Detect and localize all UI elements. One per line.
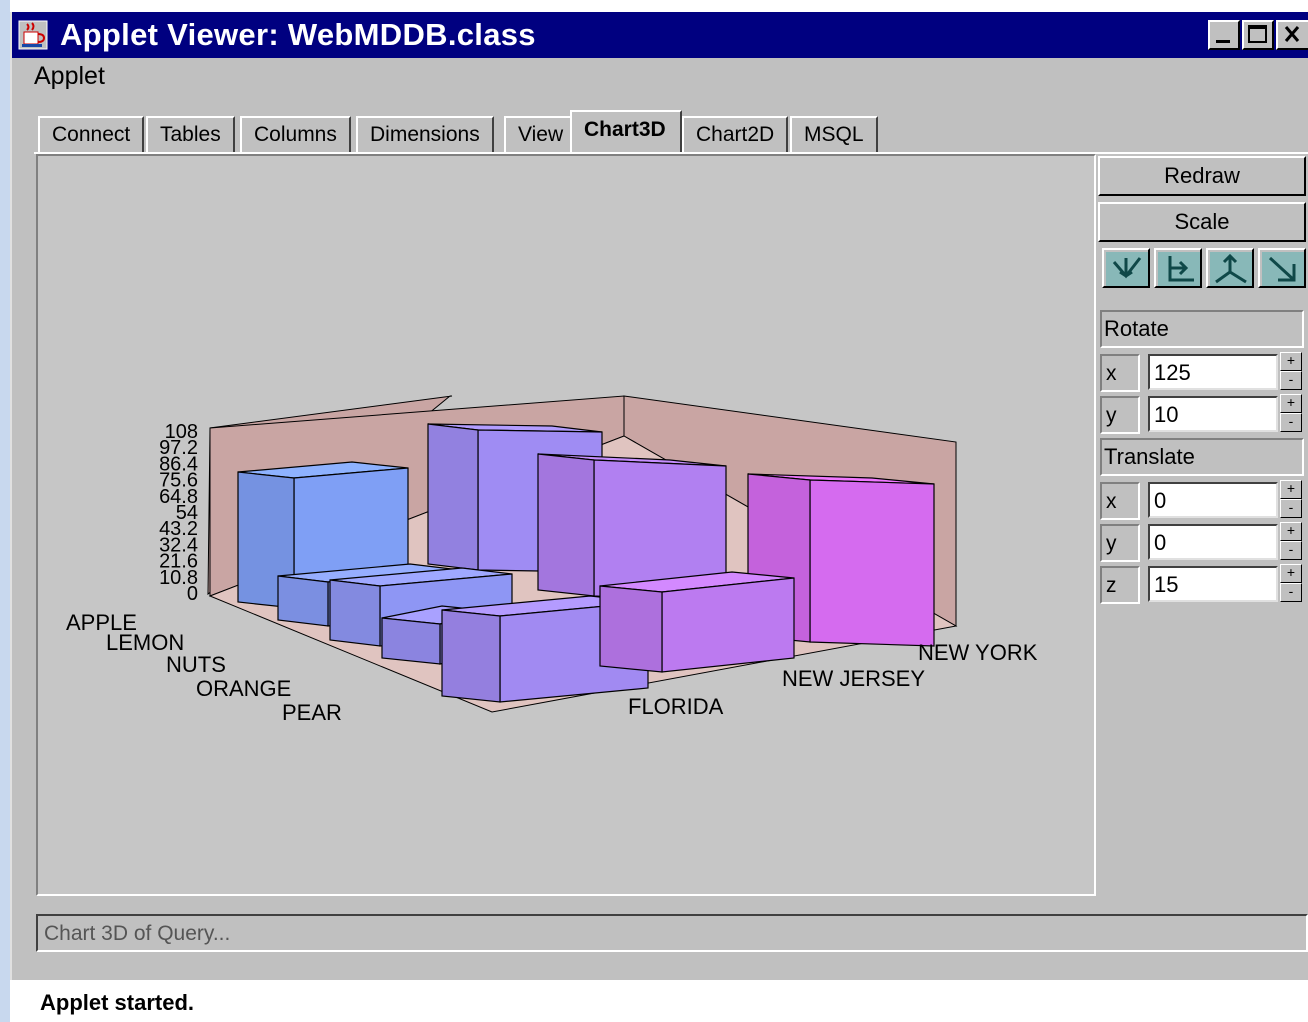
close-button[interactable] xyxy=(1276,20,1308,50)
tab-bar: Connect Tables Columns Dimensions View C… xyxy=(36,110,1308,154)
chart3d-svg: 10897.286.475.664.85443.232.421.610.80AP… xyxy=(66,395,1038,725)
bar-front xyxy=(537,453,595,597)
view-side-button[interactable] xyxy=(1154,248,1202,288)
translate-x-minus-button[interactable]: - xyxy=(1280,499,1302,518)
view-diagonal-button[interactable] xyxy=(1258,248,1306,288)
desktop-strip xyxy=(0,0,10,1022)
translate-x-label: x xyxy=(1100,482,1140,520)
bar-front xyxy=(599,585,663,673)
scale-button[interactable]: Scale xyxy=(1098,202,1306,242)
bar-front xyxy=(329,579,381,647)
rotate-y-minus-button[interactable]: - xyxy=(1280,413,1302,432)
state-label: NEW YORK xyxy=(918,640,1038,665)
translate-y-plus-button[interactable]: + xyxy=(1280,522,1302,541)
java-cup-icon xyxy=(18,20,48,50)
query-status-field[interactable]: Chart 3D of Query... xyxy=(36,914,1308,952)
rotate-x-label: x xyxy=(1100,354,1140,392)
title-bar[interactable]: Applet Viewer: WebMDDB.class xyxy=(12,12,1308,58)
applet-status-bar: Applet started. xyxy=(10,980,1308,1022)
translate-x-stepper[interactable]: + - xyxy=(1280,480,1302,518)
translate-y-label: y xyxy=(1100,524,1140,562)
translate-y-minus-button[interactable]: - xyxy=(1280,541,1302,560)
tab-connect[interactable]: Connect xyxy=(38,116,145,154)
bar-front xyxy=(441,609,501,703)
product-label: NUTS xyxy=(166,652,226,677)
rotate-y-input[interactable] xyxy=(1148,396,1278,432)
minimize-button[interactable] xyxy=(1208,20,1240,50)
rotate-label: Rotate xyxy=(1100,310,1304,348)
translate-y-input[interactable] xyxy=(1148,524,1278,560)
rotate-x-input[interactable] xyxy=(1148,354,1278,390)
translate-z-input[interactable] xyxy=(1148,566,1278,602)
z-tick-label: 0 xyxy=(187,583,198,605)
applet-viewer-window: Applet Viewer: WebMDDB.class Applet Conn… xyxy=(10,12,1308,1022)
translate-x-plus-button[interactable]: + xyxy=(1280,480,1302,499)
tab-chart2d[interactable]: Chart2D xyxy=(682,116,789,154)
product-label: ORANGE xyxy=(196,676,291,701)
translate-x-input[interactable] xyxy=(1148,482,1278,518)
translate-z-minus-button[interactable]: - xyxy=(1280,583,1302,602)
status-text: Applet started. xyxy=(40,990,195,1015)
bar-front xyxy=(427,423,479,571)
maximize-button[interactable] xyxy=(1242,20,1274,50)
menu-applet[interactable]: Applet xyxy=(34,62,105,91)
bar-side xyxy=(809,479,935,647)
state-label: NEW JERSEY xyxy=(782,666,925,691)
rotate-y-plus-button[interactable]: + xyxy=(1280,394,1302,413)
close-icon xyxy=(1284,26,1300,42)
state-label: FLORIDA xyxy=(628,694,724,719)
chart-controls: Redraw Scale Rotate x 125 + - y 10 + - T… xyxy=(1096,154,1308,896)
tab-chart3d[interactable]: Chart3D xyxy=(570,110,682,154)
view-down-icon xyxy=(1106,252,1148,286)
chart3d-canvas[interactable]: 108 97.2 86.4 75.6 64.8 54 43.2 32.4 21.6 10.8 0 AP… xyxy=(36,154,1096,896)
maximize-icon xyxy=(1248,25,1267,43)
rotate-x-plus-button[interactable]: + xyxy=(1280,352,1302,371)
product-label: PEAR xyxy=(282,700,342,725)
redraw-button[interactable]: Redraw xyxy=(1098,156,1306,196)
rotate-y-stepper[interactable]: + - xyxy=(1280,394,1302,432)
rotate-x-stepper[interactable]: + - xyxy=(1280,352,1302,390)
translate-label: Translate xyxy=(1100,438,1304,476)
window-title: Applet Viewer: WebMDDB.class xyxy=(60,17,536,52)
tab-msql[interactable]: MSQL xyxy=(790,116,878,154)
view-axes-icon xyxy=(1210,252,1252,286)
tab-view[interactable]: View xyxy=(504,116,578,154)
bar-side xyxy=(661,577,795,673)
translate-z-stepper[interactable]: + - xyxy=(1280,564,1302,602)
bar-front xyxy=(381,617,441,665)
view-diagonal-icon xyxy=(1262,252,1304,286)
rotate-x-minus-button[interactable]: - xyxy=(1280,371,1302,390)
tab-tables[interactable]: Tables xyxy=(146,116,235,154)
view-down-button[interactable] xyxy=(1102,248,1150,288)
bar-front xyxy=(277,575,329,627)
view-side-icon xyxy=(1158,252,1200,286)
translate-y-stepper[interactable]: + - xyxy=(1280,522,1302,560)
minimize-icon xyxy=(1216,40,1230,43)
view-axes-button[interactable] xyxy=(1206,248,1254,288)
translate-z-plus-button[interactable]: + xyxy=(1280,564,1302,583)
translate-z-label: z xyxy=(1100,566,1140,604)
rotate-y-label: y xyxy=(1100,396,1140,434)
tab-columns[interactable]: Columns xyxy=(240,116,351,154)
tab-dimensions[interactable]: Dimensions xyxy=(356,116,494,154)
